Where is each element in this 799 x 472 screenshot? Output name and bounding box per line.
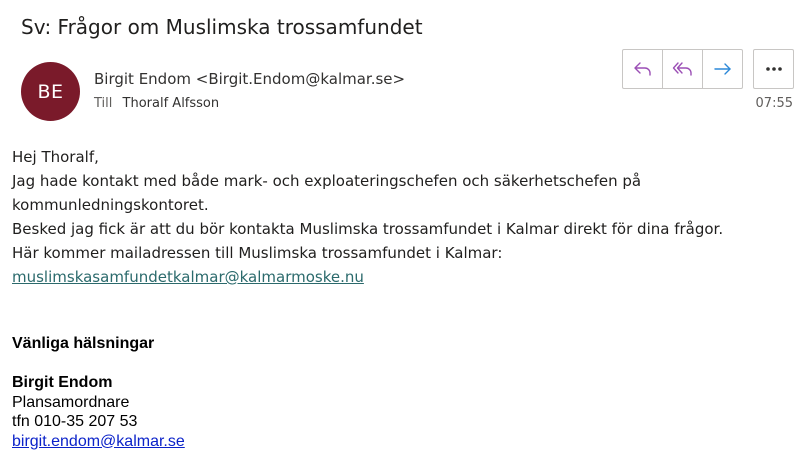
body-line: Besked jag fick är att du bör kontakta M… bbox=[12, 220, 724, 238]
signature-title: Plansamordnare bbox=[12, 393, 130, 411]
signature-name: Birgit Endom bbox=[12, 374, 113, 391]
signature-email-link[interactable]: birgit.endom@kalmar.se bbox=[12, 433, 185, 450]
message-body: Hej Thoralf, Jag hade kontakt med både m… bbox=[12, 145, 792, 289]
more-actions-button[interactable] bbox=[753, 49, 794, 89]
reply-icon bbox=[633, 62, 651, 76]
signature: Vänliga hälsningar Birgit Endom Plansamo… bbox=[12, 334, 185, 451]
forward-button[interactable] bbox=[702, 50, 742, 88]
recipient-row: Till Thoralf Alfsson bbox=[94, 96, 219, 111]
email-subject: Sv: Frågor om Muslimska trossamfundet bbox=[21, 15, 423, 39]
reply-button[interactable] bbox=[623, 50, 662, 88]
avatar: BE bbox=[21, 62, 80, 121]
message-time: 07:55 bbox=[755, 96, 793, 111]
email-link[interactable]: muslimskasamfundetkalmar@kalmarmoske.nu bbox=[12, 268, 364, 286]
more-icon bbox=[765, 67, 782, 71]
body-line: Jag hade kontakt med både mark- och expl… bbox=[12, 172, 642, 190]
signature-closing: Vänliga hälsningar bbox=[12, 335, 155, 352]
reply-all-button[interactable] bbox=[662, 50, 702, 88]
signature-phone: tfn 010-35 207 53 bbox=[12, 413, 138, 430]
sender[interactable]: Birgit Endom <Birgit.Endom@kalmar.se> bbox=[94, 70, 405, 88]
body-line: kommunledningskontoret. bbox=[12, 196, 209, 214]
message-actions bbox=[622, 49, 743, 89]
recipient-name[interactable]: Thoralf Alfsson bbox=[123, 96, 220, 111]
body-line: Här kommer mailadressen till Muslimska t… bbox=[12, 244, 503, 262]
reply-all-icon bbox=[672, 62, 692, 76]
to-label: Till bbox=[94, 96, 113, 111]
avatar-initials: BE bbox=[37, 80, 64, 103]
forward-icon bbox=[713, 63, 731, 75]
body-greeting: Hej Thoralf, bbox=[12, 148, 99, 166]
